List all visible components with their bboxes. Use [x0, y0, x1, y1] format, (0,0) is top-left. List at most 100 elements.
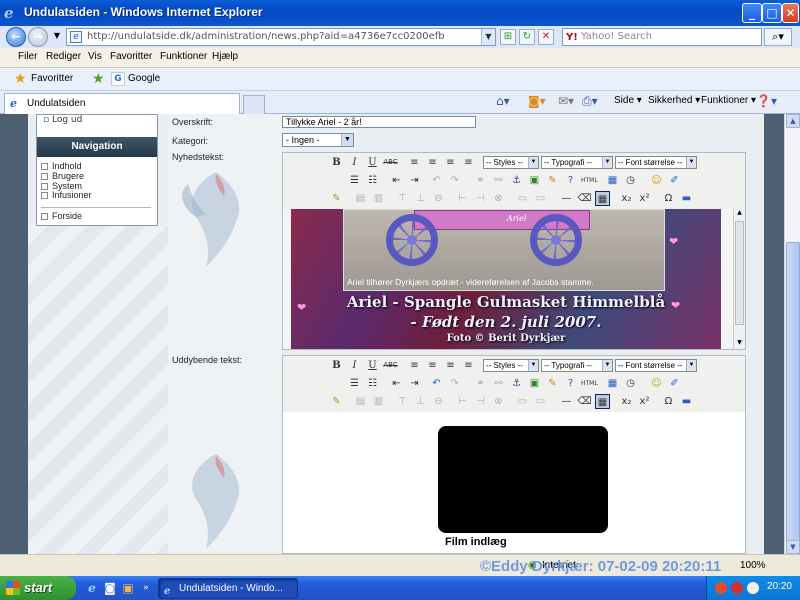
undo-icon[interactable]: ↶: [429, 173, 444, 188]
subscript-button[interactable]: x₂: [619, 191, 634, 206]
merge-cells-icon[interactable]: ▭: [533, 394, 548, 409]
forward-button[interactable]: →: [28, 27, 48, 47]
cleanup-icon[interactable]: ✎: [545, 376, 560, 391]
horizontal-rule-icon[interactable]: —: [559, 394, 574, 409]
cell-prop-icon[interactable]: ▥: [371, 394, 386, 409]
align-left-icon[interactable]: ≡: [407, 358, 422, 373]
delete-row-icon[interactable]: ⊖: [431, 394, 446, 409]
delete-col-icon[interactable]: ⊗: [491, 191, 506, 206]
show-desktop-icon[interactable]: ◙: [102, 580, 118, 596]
minimize-button[interactable]: _: [742, 3, 762, 23]
history-dropdown-icon[interactable]: ▼: [49, 29, 65, 45]
table-prop-icon[interactable]: ▤: [353, 394, 368, 409]
scroll-up-icon[interactable]: ▲: [786, 114, 800, 128]
italic-button[interactable]: I: [347, 155, 362, 170]
numbered-list-icon[interactable]: ☷: [365, 173, 380, 188]
styles-select[interactable]: -- Styles -- ▼: [483, 156, 539, 169]
outdent-icon[interactable]: ⇤: [389, 376, 404, 391]
search-input[interactable]: Y! Yahoo! Search: [562, 28, 762, 46]
uddybende-content[interactable]: Film indlæg: [283, 412, 745, 553]
overskrift-input[interactable]: Tillykke Ariel - 2 år!: [282, 116, 476, 128]
col-before-icon[interactable]: ⊢: [455, 191, 470, 206]
media-icon[interactable]: ✐: [667, 173, 682, 188]
merge-cells-icon[interactable]: ▭: [533, 191, 548, 206]
help-icon[interactable]: ?: [563, 173, 578, 188]
horizontal-rule-icon[interactable]: —: [559, 191, 574, 206]
time-icon[interactable]: ◷: [623, 173, 638, 188]
anchor-icon[interactable]: ⚓: [509, 173, 524, 188]
start-button[interactable]: start: [0, 576, 76, 600]
special-char-button[interactable]: Ω: [661, 394, 676, 409]
strikethrough-button[interactable]: ABC: [383, 358, 398, 373]
maximize-button[interactable]: □: [762, 3, 782, 23]
editor-scrollbar[interactable]: ▲ ▼: [733, 209, 745, 349]
mail-icon[interactable]: ✉▾: [558, 94, 574, 108]
eraser-icon[interactable]: ⌫: [577, 394, 592, 409]
visual-aid-icon[interactable]: ▦: [595, 394, 610, 409]
scroll-up-icon[interactable]: ▲: [734, 209, 745, 219]
col-after-icon[interactable]: ⊣: [473, 394, 488, 409]
col-after-icon[interactable]: ⊣: [473, 191, 488, 206]
refresh-icon[interactable]: ↻: [519, 29, 535, 45]
time-icon[interactable]: ◷: [623, 376, 638, 391]
scroll-thumb[interactable]: [735, 221, 744, 325]
styles-select[interactable]: -- Styles -- ▼: [483, 359, 539, 372]
typografi-select[interactable]: -- Typografi -- ▼: [541, 359, 613, 372]
taskbar-window-undulatsiden[interactable]: e Undulatsiden - Windo...: [158, 578, 298, 599]
bullet-list-icon[interactable]: ☰: [347, 173, 362, 188]
edit-css-icon[interactable]: ✎: [329, 191, 344, 206]
bold-button[interactable]: B: [329, 358, 344, 373]
indent-icon[interactable]: ⇥: [407, 376, 422, 391]
align-right-icon[interactable]: ≡: [443, 155, 458, 170]
address-bar[interactable]: e http://undulatside.dk/administration/n…: [66, 28, 496, 46]
search-button[interactable]: ⌕▾: [764, 28, 792, 46]
menu-favoritter[interactable]: Favoritter: [110, 51, 152, 62]
align-justify-icon[interactable]: ≡: [461, 155, 476, 170]
menu-hjaelp[interactable]: Hjælp: [212, 51, 238, 62]
menu-rediger[interactable]: Rediger: [46, 51, 81, 62]
date-icon[interactable]: ▦: [605, 173, 620, 188]
funktioner-menu[interactable]: Funktioner ▾: [701, 95, 756, 106]
special-char-button[interactable]: Ω: [661, 191, 676, 206]
nyhedstekst-content[interactable]: Ariel Ariel tilhører Dyrkjærs opdræt - v…: [283, 209, 745, 349]
emoticon-icon[interactable]: ☺: [649, 376, 664, 391]
delete-row-icon[interactable]: ⊖: [431, 191, 446, 206]
new-tab-button[interactable]: [243, 95, 265, 114]
sidebar-item-indhold[interactable]: Indhold: [41, 161, 82, 171]
underline-button[interactable]: U: [365, 358, 380, 373]
fullscreen-icon[interactable]: ▬: [679, 191, 694, 206]
google-link[interactable]: Google: [128, 73, 160, 84]
add-favorite-icon[interactable]: ★: [92, 71, 105, 87]
chevron-right-icon[interactable]: »: [138, 580, 154, 596]
favorites-label[interactable]: Favoritter: [31, 73, 73, 84]
sidebar-item-infusioner[interactable]: Infusioner: [41, 190, 92, 200]
align-center-icon[interactable]: ≡: [425, 155, 440, 170]
media-player-icon[interactable]: ▣: [120, 580, 136, 596]
kategori-select[interactable]: - Ingen - ▼: [282, 133, 354, 147]
row-before-icon[interactable]: ⊤: [395, 394, 410, 409]
row-after-icon[interactable]: ⊥: [413, 394, 428, 409]
print-icon[interactable]: ⎙▾: [582, 94, 598, 109]
menu-funktioner[interactable]: Funktioner: [160, 51, 207, 62]
feeds-icon[interactable]: ◙▾: [528, 94, 546, 108]
undo-icon[interactable]: ↶: [429, 376, 444, 391]
typografi-select[interactable]: -- Typografi -- ▼: [541, 156, 613, 169]
col-before-icon[interactable]: ⊢: [455, 394, 470, 409]
eraser-icon[interactable]: ⌫: [577, 191, 592, 206]
strikethrough-button[interactable]: ABC: [383, 155, 398, 170]
unlink-icon[interactable]: ⚯: [491, 173, 506, 188]
link-icon[interactable]: ⚭: [473, 173, 488, 188]
side-menu[interactable]: Side ▾: [614, 95, 642, 106]
stop-icon[interactable]: ✕: [538, 29, 554, 45]
favorites-star-icon[interactable]: ★: [14, 71, 27, 87]
scroll-down-icon[interactable]: ▼: [734, 339, 745, 349]
delete-col-icon[interactable]: ⊗: [491, 394, 506, 409]
cell-prop-icon[interactable]: ▥: [371, 191, 386, 206]
align-justify-icon[interactable]: ≡: [461, 358, 476, 373]
compatibility-icon[interactable]: ⊞: [500, 29, 516, 45]
align-right-icon[interactable]: ≡: [443, 358, 458, 373]
indent-icon[interactable]: ⇥: [407, 173, 422, 188]
outdent-icon[interactable]: ⇤: [389, 173, 404, 188]
tray-security-icon[interactable]: [715, 582, 727, 594]
italic-button[interactable]: I: [347, 358, 362, 373]
